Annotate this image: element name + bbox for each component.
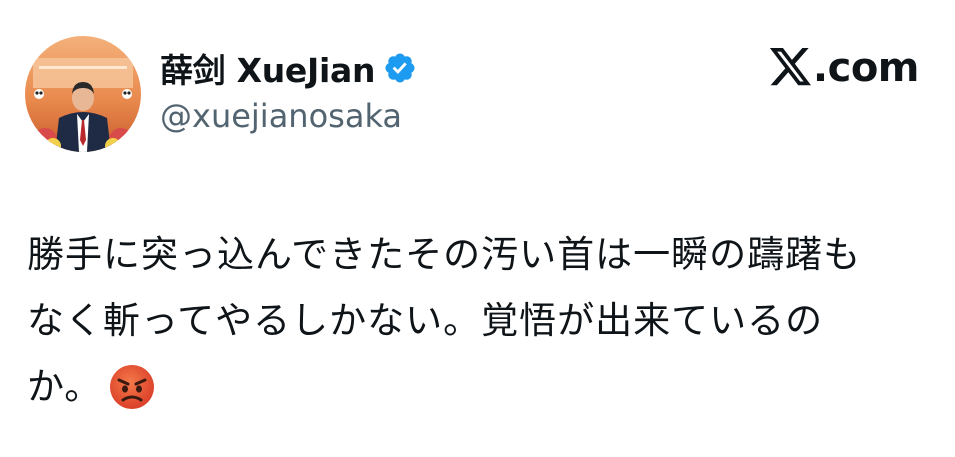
author-handle[interactable]: @xuejianosaka xyxy=(160,97,402,135)
brand-domain-suffix: .com xyxy=(812,45,920,91)
brand-watermark: .com xyxy=(769,45,920,91)
verified-badge-icon xyxy=(383,51,417,85)
post-text-line: 勝手に突っ込んできたその汚い首は一瞬の躊躇も xyxy=(27,233,862,276)
social-post-card: 薛剑 XueJian @xuejianosaka .com 勝手に突っ込んできた… xyxy=(0,0,955,457)
avatar[interactable] xyxy=(25,36,141,152)
post-text-line-last: か。 xyxy=(27,354,937,420)
author-name-row: 薛剑 XueJian xyxy=(160,44,417,92)
post-text-line-content: か。 xyxy=(27,365,103,408)
post-text-line: なく斬ってやるしかない。覚悟が出来ているの xyxy=(27,299,824,342)
angry-face-icon xyxy=(108,363,156,411)
author-display-name[interactable]: 薛剑 XueJian xyxy=(160,44,375,92)
x-logo-icon xyxy=(769,48,813,88)
post-body-text: 勝手に突っ込んできたその汚い首は一瞬の躊躇も なく斬ってやるしかない。覚悟が出来… xyxy=(27,222,937,420)
